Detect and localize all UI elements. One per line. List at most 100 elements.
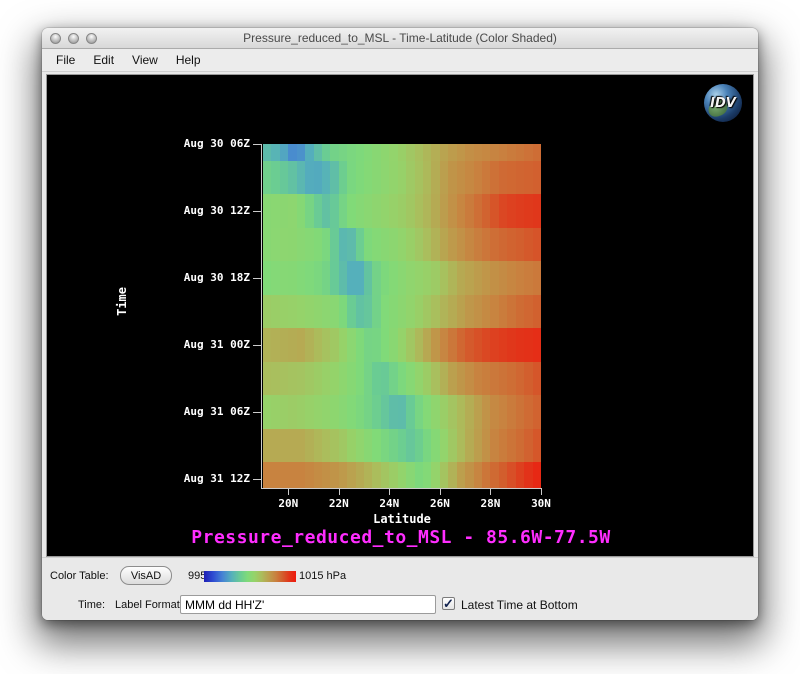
y-axis-tick <box>253 211 261 212</box>
x-axis-tick <box>339 488 340 495</box>
heatmap-cell <box>507 161 515 195</box>
menu-file[interactable]: File <box>48 50 83 70</box>
heatmap-cell <box>448 328 456 362</box>
heatmap-cell <box>440 144 448 161</box>
heatmap-cell <box>516 144 524 161</box>
heatmap-cell <box>482 328 490 362</box>
menu-edit[interactable]: Edit <box>85 50 122 70</box>
heatmap-cell <box>364 429 372 463</box>
heatmap-cell <box>398 228 406 262</box>
heatmap-cell <box>457 462 465 488</box>
heatmap-cell <box>524 194 532 228</box>
heatmap-cell <box>474 295 482 329</box>
heatmap-row <box>263 228 541 262</box>
heatmap-cell <box>356 144 364 161</box>
heatmap-cell <box>516 261 524 295</box>
heatmap-cell <box>271 395 279 429</box>
heatmap-cell <box>364 194 372 228</box>
heatmap-cell <box>482 261 490 295</box>
heatmap-cell <box>288 161 296 195</box>
heatmap-cell <box>490 395 498 429</box>
heatmap-cell <box>415 395 423 429</box>
controls-panel: Color Table: VisAD 995 1015 hPa Time: La… <box>42 557 758 620</box>
heatmap-cell <box>314 295 322 329</box>
heatmap-cell <box>533 395 541 429</box>
heatmap-cell <box>347 362 355 396</box>
heatmap-cell <box>347 295 355 329</box>
menu-help[interactable]: Help <box>168 50 209 70</box>
heatmap-cell <box>474 462 482 488</box>
x-axis-tick <box>288 488 289 495</box>
heatmap-cell <box>516 362 524 396</box>
heatmap-cell <box>330 144 338 161</box>
heatmap-cell <box>330 228 338 262</box>
time-label: Time: <box>78 598 105 612</box>
heatmap-cell <box>263 328 271 362</box>
heatmap-cell <box>423 328 431 362</box>
heatmap-cell <box>398 362 406 396</box>
heatmap-cell <box>339 161 347 195</box>
heatmap-cell <box>507 328 515 362</box>
heatmap-cell <box>271 194 279 228</box>
app-window: Pressure_reduced_to_MSL - Time-Latitude … <box>42 28 758 620</box>
latest-time-checkbox-label[interactable]: Latest Time at Bottom <box>461 598 578 612</box>
color-table-label: Color Table: <box>50 569 109 583</box>
time-latitude-heatmap[interactable] <box>263 144 541 488</box>
heatmap-cell <box>314 161 322 195</box>
heatmap-cell <box>347 395 355 429</box>
heatmap-cell <box>482 228 490 262</box>
heatmap-cell <box>490 429 498 463</box>
heatmap-cell <box>330 261 338 295</box>
heatmap-cell <box>524 261 532 295</box>
heatmap-cell <box>280 261 288 295</box>
heatmap-cell <box>364 144 372 161</box>
heatmap-cell <box>364 362 372 396</box>
menu-view[interactable]: View <box>124 50 166 70</box>
color-table-button[interactable]: VisAD <box>120 566 172 585</box>
heatmap-cell <box>389 328 397 362</box>
heatmap-cell <box>415 194 423 228</box>
heatmap-cell <box>465 328 473 362</box>
heatmap-cell <box>533 228 541 262</box>
heatmap-cell <box>305 194 313 228</box>
heatmap-cell <box>482 161 490 195</box>
heatmap-cell <box>524 228 532 262</box>
y-axis-tick <box>253 278 261 279</box>
idv-logo-text: IDV <box>710 96 736 111</box>
x-axis-tick <box>490 488 491 495</box>
heatmap-cell <box>474 228 482 262</box>
heatmap-cell <box>372 194 380 228</box>
heatmap-cell <box>271 228 279 262</box>
heatmap-cell <box>440 462 448 488</box>
heatmap-cell <box>406 295 414 329</box>
heatmap-cell <box>297 144 305 161</box>
heatmap-cell <box>322 429 330 463</box>
heatmap-cell <box>389 295 397 329</box>
heatmap-row <box>263 161 541 195</box>
heatmap-cell <box>305 228 313 262</box>
heatmap-cell <box>314 194 322 228</box>
heatmap-cell <box>288 144 296 161</box>
heatmap-cell <box>263 462 271 488</box>
heatmap-cell <box>288 261 296 295</box>
label-format-input[interactable] <box>180 595 436 614</box>
heatmap-cell <box>271 295 279 329</box>
heatmap-cell <box>448 161 456 195</box>
heatmap-cell <box>431 429 439 463</box>
latest-time-checkbox[interactable]: ✓ <box>442 597 455 610</box>
heatmap-cell <box>288 228 296 262</box>
heatmap-cell <box>288 194 296 228</box>
heatmap-cell <box>431 144 439 161</box>
heatmap-cell <box>415 328 423 362</box>
heatmap-cell <box>533 295 541 329</box>
heatmap-cell <box>297 295 305 329</box>
heatmap-cell <box>381 144 389 161</box>
heatmap-cell <box>330 362 338 396</box>
heatmap-cell <box>406 362 414 396</box>
heatmap-cell <box>305 362 313 396</box>
heatmap-cell <box>314 362 322 396</box>
heatmap-cell <box>297 161 305 195</box>
heatmap-cell <box>440 429 448 463</box>
x-axis-tick <box>389 488 390 495</box>
heatmap-cell <box>448 194 456 228</box>
